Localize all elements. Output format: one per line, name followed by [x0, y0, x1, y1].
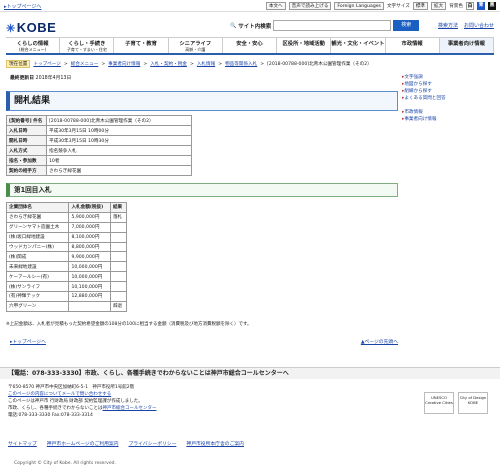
table-row: 開札日時 平成30年3月15日 10時30分 — [6, 135, 192, 146]
top-bar: ▸トップページへ 本文へ 音声で読み上げる Foreign Languages … — [0, 0, 500, 12]
font-size-large-button[interactable]: 拡大 — [431, 2, 447, 10]
bid-results-table: 企業団体名 入札金額(税抜) 結果 さわらぎ緑花園 5,900,000円 落札 グリーン… — [5, 202, 128, 312]
skip-to-content-button[interactable]: 本文へ — [265, 2, 286, 10]
page-top-link[interactable]: ▲ページの先頭へ — [361, 338, 398, 345]
page-author: このページは神戸市 行財政局 財政部 契約監理課が作成しました。 — [8, 399, 143, 404]
kobe-logo-icon: ✳ — [6, 23, 16, 35]
nav-item-tourism[interactable]: 観光・文化・イベント — [331, 38, 386, 53]
city-hall-guide-link[interactable]: 神戸市役所本庁舎のご案内 — [186, 440, 244, 447]
nav-item-city-admin[interactable]: 市政情報 — [386, 38, 440, 53]
footer-links: サイトマップ 神戸市ホームページのご利用案内 プライバシーポリシー 神戸市役所本… — [8, 440, 244, 447]
table-row: (株)サンライフ 10,100,000円 — [5, 281, 128, 293]
breadcrumb-item[interactable]: トップページ — [33, 61, 60, 67]
breadcrumb-here-label: 現在位置 — [6, 60, 31, 68]
privacy-policy-link[interactable]: プライバシーポリシー — [129, 440, 177, 447]
sidebar-item-map[interactable]: ▸地図から探す — [402, 81, 494, 88]
email-inquiry-link[interactable]: このページの内容についてメールで問い合わせする — [8, 391, 157, 398]
table-row: (有)神輝テック 12,880,000円 — [5, 291, 128, 302]
search-label: サイト内検索 — [238, 23, 272, 30]
breadcrumb: 現在位置 トップページ > 総合メニュー > 事業者向け情報 > 入札・契約・税金 > … — [6, 60, 372, 68]
last-updated: 最終更新日 2018年4月13日 — [10, 74, 71, 81]
footer-badges: UNESCO Creative Cities City of Design KO… — [424, 392, 488, 414]
call-center-link[interactable]: 神戸市総合コールセンター — [103, 406, 157, 411]
breadcrumb-current: [2018-00788-000]北青木公園管理作業（その2） — [267, 62, 372, 67]
table-row: ケーアールシー(有) 10,000,000円 — [5, 271, 128, 283]
breadcrumb-item[interactable]: 物品等関係入札 — [225, 61, 257, 67]
table-row: 入札方式 指名競争入札 — [6, 145, 192, 156]
page-title: 開札結果 — [6, 91, 398, 111]
background-color-label: 背景色 — [449, 4, 463, 9]
table-row: ウッドカンパニー(株) 8,800,000円 — [5, 241, 128, 253]
accessibility-tools: 本文へ 音声で読み上げる Foreign Languages 文字サイズ 標準 … — [265, 2, 496, 10]
table-row: 六甲グリーン 辞退 — [5, 300, 128, 312]
breadcrumb-item[interactable]: 入札情報 — [197, 61, 215, 67]
call-center-banner: 【電話：078-333-3330】市政、くらし、各種手続きでわからないことは神戸… — [0, 367, 500, 379]
header-links: 検索方法 お問い合わせ — [438, 22, 494, 29]
site-guide-link[interactable]: 神戸市ホームページのご利用案内 — [47, 440, 119, 447]
nav-item-life-info[interactable]: くらしの情報 (総合メニュー) — [6, 38, 61, 53]
table-row: さわらぎ緑花園 5,900,000円 落札 — [5, 211, 128, 223]
breadcrumb-item[interactable]: 入札・契約・税金 — [150, 61, 187, 67]
table-row: 契約の相手方 さわらぎ緑花園 — [6, 165, 192, 176]
search-button[interactable]: 検索 — [393, 20, 420, 31]
inquiry-text: 市政、くらし、各種手続きでわからないことは神戸市総合コールセンター — [8, 406, 157, 411]
breadcrumb-item[interactable]: 総合メニュー — [71, 61, 99, 67]
contact-link[interactable]: お問い合わせ — [464, 22, 494, 29]
global-nav: くらしの情報 (総合メニュー) くらし・手続き 子育て・すまい・住宅 子育て・教育 … — [6, 37, 494, 55]
nav-item-education[interactable]: 子育て・教育 — [114, 38, 169, 53]
sitemap-link[interactable]: サイトマップ — [8, 440, 37, 447]
logo-text: KOBE — [16, 20, 57, 35]
read-aloud-button[interactable]: 音声で読み上げる — [288, 2, 332, 10]
last-updated-label: 最終更新日 — [10, 76, 34, 81]
last-updated-date: 2018年4月13日 — [35, 76, 72, 81]
price-note: ※上記金額は、入札者が見積もった契約希望金額の108分の100に相当する金額（消… — [6, 322, 252, 327]
bg-black-button[interactable]: 黒 — [488, 2, 496, 10]
table-row: 未来緑地建設 10,000,000円 — [5, 261, 128, 273]
font-size-label: 文字サイズ — [386, 4, 410, 9]
address: 〒650-8570 神戸市中央区加納町6-5-1 神戸市役所1号館2階 — [8, 385, 135, 390]
foreign-languages-button[interactable]: Foreign Languages — [334, 2, 384, 10]
table-row: (株)坂口緑地建設 8,100,000円 — [5, 231, 128, 243]
table-row: (株)関成 9,900,000円 — [5, 251, 128, 263]
footer-address-block: 〒650-8570 神戸市中央区加納町6-5-1 神戸市役所1号館2階 このペー… — [8, 384, 157, 419]
top-page-link[interactable]: ▸トップページへ — [4, 3, 41, 10]
sidebar-item-organization[interactable]: ▸組織から探す — [402, 88, 494, 95]
table-row: 入札日時 平成30年3月15日 10時00分 — [6, 125, 192, 136]
unesco-badge: UNESCO Creative Cities — [424, 392, 454, 414]
nav-item-ward-office[interactable]: 区役所・地域活動 — [277, 38, 332, 53]
table-row: [契約番号] 件名 [2018-00788-000]北青木公園管理作業（その2） — [6, 115, 192, 126]
nav-item-safety[interactable]: 安全・安心 — [223, 38, 278, 53]
bg-white-button[interactable]: 白 — [466, 2, 474, 10]
table-row: グリーンヤマト造園土木 7,000,000円 — [5, 221, 128, 233]
sidebar-item-faq[interactable]: ▸よくある質問と回答 — [402, 95, 494, 102]
sidebar-item-business[interactable]: ▸事業者向け情報 — [402, 116, 494, 123]
search-help-link[interactable]: 検索方法 — [438, 22, 458, 29]
sidebar: ▸文字強調 ▸地図から探す ▸組織から探す ▸よくある質問と回答 ▸市政情報 ▸… — [402, 74, 494, 130]
nav-item-business[interactable]: 事業者向け情報 — [439, 38, 494, 53]
bg-blue-button[interactable]: 青 — [477, 2, 485, 10]
sidebar-item-emphasis[interactable]: ▸文字強調 — [402, 74, 494, 81]
site-logo[interactable]: ✳KOBE — [6, 20, 56, 35]
contract-info-table: [契約番号] 件名 [2018-00788-000]北青木公園管理作業（その2） … — [6, 115, 192, 176]
city-of-design-badge: City of Design KOBE — [458, 392, 488, 414]
copyright: Copyright © City of Kobe. All rights res… — [14, 461, 116, 466]
sidebar-item-city-admin[interactable]: ▸市政情報 — [402, 109, 494, 116]
phone-fax: 電話:078-333-3330 Fax:078-333-3314 — [8, 413, 93, 418]
nav-item-senior[interactable]: シニアライフ 高齢・介護 — [169, 38, 223, 53]
breadcrumb-item[interactable]: 事業者向け情報 — [108, 61, 140, 67]
font-size-standard-button[interactable]: 標準 — [412, 2, 428, 10]
nav-item-procedures[interactable]: くらし・手続き 子育て・すまい・住宅 — [60, 38, 115, 53]
table-header-row: 企業団体名 入札金額(税抜) 結果 — [5, 202, 128, 213]
table-row: 指名・参加数 10者 — [6, 155, 192, 166]
search-icon: 🔍 — [230, 22, 237, 29]
search-input[interactable] — [273, 20, 392, 31]
site-search: 🔍 サイト内検索 検索 — [230, 20, 420, 31]
back-to-top-page-link[interactable]: ▸トップページへ — [10, 338, 46, 345]
section-heading: 第1回目入札 — [6, 183, 398, 197]
